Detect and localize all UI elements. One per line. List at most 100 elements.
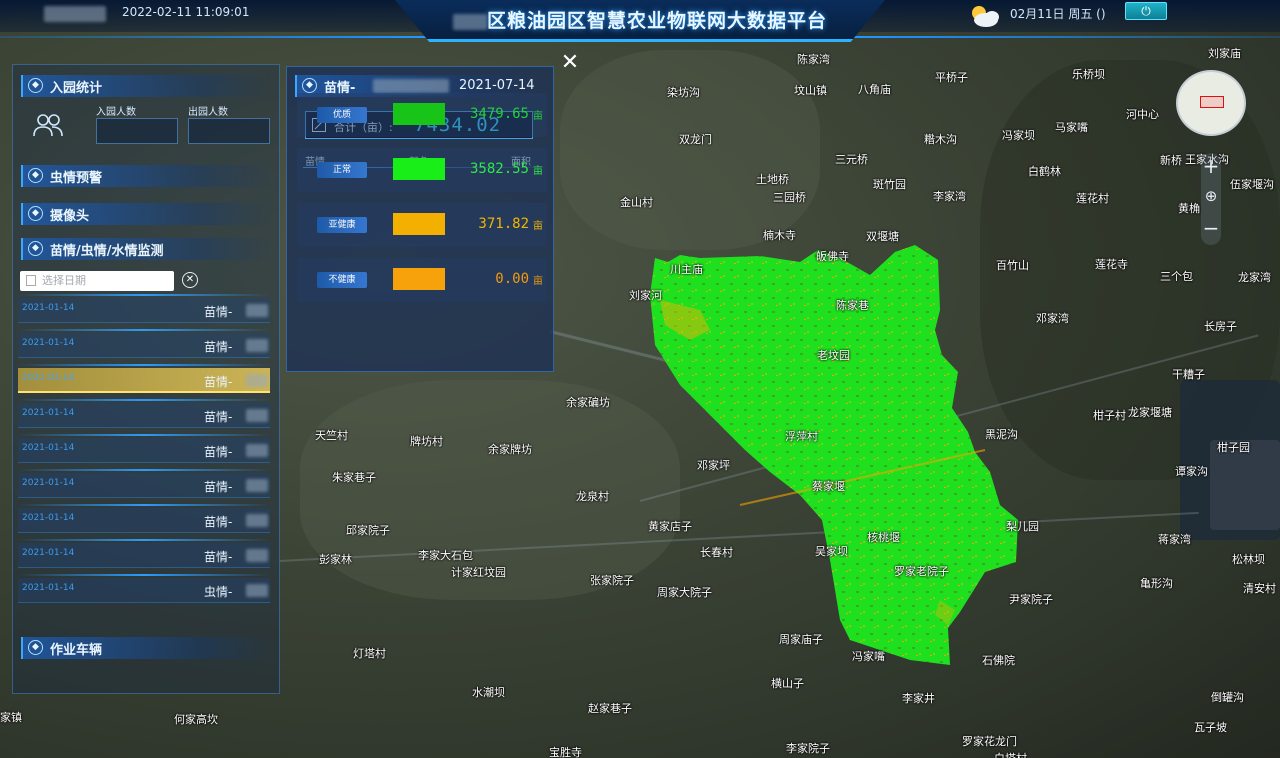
- item-type: 苗情-: [204, 515, 233, 529]
- item-date: 2021-01-14: [22, 513, 75, 523]
- place-label: 糌木沟: [924, 133, 957, 146]
- place-label: 清安村: [1243, 582, 1276, 595]
- item-type: 苗情-: [204, 550, 233, 564]
- place-label: 浮萍村: [785, 430, 818, 443]
- item-type: 苗情-: [204, 445, 233, 459]
- section-vehicles[interactable]: ◆ 作业车辆: [21, 637, 273, 659]
- place-label: 吴家坝: [815, 545, 848, 558]
- monitor-list-item[interactable]: 2021-01-14 虫情-: [18, 578, 270, 603]
- item-type: 苗情-: [204, 410, 233, 424]
- place-label: 李家大石包: [418, 549, 473, 562]
- power-icon: ⏻: [1141, 4, 1151, 18]
- zoom-in-button[interactable]: +: [1200, 156, 1222, 178]
- place-label: 罗家花龙门: [962, 735, 1017, 748]
- place-label: 斑竹园: [873, 178, 906, 191]
- place-label: 蒋家湾: [1158, 533, 1191, 546]
- list-divider: [18, 574, 270, 576]
- list-divider: [18, 434, 270, 436]
- place-label: 冯家坝: [1002, 129, 1035, 142]
- section-entry-stats[interactable]: ◆ 入园统计: [21, 75, 273, 97]
- place-label: 皈佛寺: [816, 250, 849, 263]
- place-label: 楠木寺: [763, 229, 796, 242]
- zoom-out-button[interactable]: −: [1200, 218, 1222, 240]
- item-date: 2021-01-14: [22, 408, 75, 418]
- item-date: 2021-01-14: [22, 338, 75, 348]
- place-label: 李家湾: [933, 190, 966, 203]
- monitor-list-item[interactable]: 2021-01-14 苗情-: [18, 333, 270, 358]
- place-label: 罗家老院子: [894, 565, 949, 578]
- people-icon: [33, 114, 63, 137]
- date-weekday: 02月11日 周五 (): [1010, 7, 1106, 21]
- entry-in-value: [96, 118, 178, 144]
- section-icon: ◆: [28, 206, 43, 221]
- entry-in-label: 入园人数: [96, 107, 136, 118]
- item-date: 2021-01-14: [22, 303, 75, 313]
- section-pest-warning[interactable]: ◆ 虫情预警: [21, 165, 273, 187]
- clear-date-button[interactable]: ✕: [182, 272, 198, 288]
- redacted-text: [246, 479, 268, 492]
- close-icon[interactable]: ✕: [560, 52, 580, 74]
- area-value: 0.00: [495, 271, 529, 287]
- place-label: 彭家林: [319, 553, 352, 566]
- redacted-text: [246, 374, 268, 387]
- place-label: 牌坊村: [410, 435, 443, 448]
- date-picker-input[interactable]: 选择日期: [20, 271, 174, 291]
- monitor-list-item[interactable]: 2021-01-14 苗情-: [18, 543, 270, 568]
- place-label: 双龙门: [679, 133, 712, 146]
- place-label: 邱家院子: [346, 524, 390, 537]
- redacted-text: [246, 409, 268, 422]
- color-swatch: [393, 158, 445, 180]
- monitor-list-item[interactable]: 2021-01-14 苗情-: [18, 368, 270, 393]
- monitor-list-item[interactable]: 2021-01-14 苗情-: [18, 438, 270, 463]
- place-label: 龙家堰塘: [1128, 406, 1172, 419]
- place-label: 莲花寺: [1095, 258, 1128, 271]
- place-label: 刘家庙: [1208, 47, 1241, 60]
- place-label: 亀形沟: [1140, 577, 1173, 590]
- page-title: 区粮油园区智慧农业物联网大数据平台: [395, 6, 885, 33]
- place-label: 坟山镇: [794, 84, 827, 97]
- monitor-list-item[interactable]: 2021-01-14 苗情-: [18, 473, 270, 498]
- place-label: 横山子: [771, 677, 804, 690]
- place-label: 川主庙: [670, 263, 703, 276]
- monitor-list-item[interactable]: 2021-01-14 苗情-: [18, 508, 270, 533]
- item-type: 虫情-: [204, 585, 233, 599]
- list-divider: [18, 399, 270, 401]
- section-icon: ◆: [28, 168, 43, 183]
- monitor-list-item[interactable]: 2021-01-14 苗情-: [18, 403, 270, 428]
- place-label: 周家大院子: [657, 586, 712, 599]
- place-label: 尹家院子: [1009, 593, 1053, 606]
- place-label: 石佛院: [982, 654, 1015, 667]
- item-date: 2021-01-14: [22, 478, 75, 488]
- section-camera[interactable]: ◆ 摄像头: [21, 203, 273, 225]
- place-label: 白塔村: [994, 750, 1027, 758]
- place-label: 金山村: [620, 196, 653, 209]
- place-label: 朱家巷子: [332, 471, 376, 484]
- area-unit: 亩: [533, 276, 543, 287]
- place-label: 平桥子: [935, 71, 968, 84]
- place-label: 李家井: [902, 692, 935, 705]
- power-button[interactable]: ⏻: [1125, 2, 1167, 20]
- item-type: 苗情-: [204, 340, 233, 354]
- place-label: 三个包: [1160, 270, 1193, 283]
- condition-label: 亚健康: [317, 217, 367, 233]
- entry-out-label: 出园人数: [188, 107, 228, 118]
- minimap[interactable]: [1176, 70, 1246, 136]
- condition-label: 正常: [317, 162, 367, 178]
- section-monitoring[interactable]: ◆ 苗情/虫情/水情监测: [21, 238, 273, 260]
- section-icon: ◆: [28, 640, 43, 655]
- redacted-text: [246, 514, 268, 527]
- area-unit: 亩: [533, 166, 543, 177]
- place-label: 冯家嘴: [852, 650, 885, 663]
- color-swatch: [393, 268, 445, 290]
- area-value: 371.82: [478, 216, 529, 232]
- place-label: 白鹤林: [1028, 165, 1061, 178]
- place-label: 双堰塘: [866, 230, 899, 243]
- redacted-text: [246, 584, 268, 597]
- compass-icon[interactable]: ⊕: [1200, 186, 1222, 208]
- datetime: 2022-02-11 11:09:01: [122, 5, 250, 19]
- monitor-list-item[interactable]: 2021-01-14 苗情-: [18, 298, 270, 323]
- area-value: 3582.55: [469, 161, 529, 177]
- item-type: 苗情-: [204, 305, 233, 319]
- place-label: 天竺村: [315, 429, 348, 442]
- header: 区粮油园区智慧农业物联网大数据平台 2022-02-11 11:09:01 02…: [0, 0, 1280, 42]
